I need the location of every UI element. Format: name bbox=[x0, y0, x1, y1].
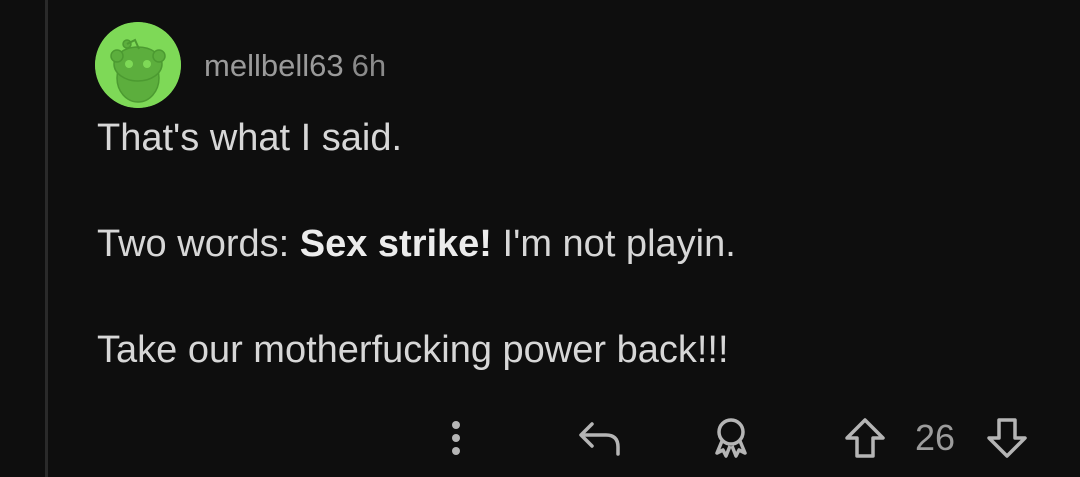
paragraph-2-bold: Sex strike! bbox=[299, 223, 492, 265]
award-button[interactable] bbox=[704, 410, 758, 466]
comment-meta: mellbell63 6h bbox=[204, 48, 386, 84]
more-vertical-icon bbox=[452, 421, 460, 455]
comment-paragraph-3: Take our motherfucking power back!!! bbox=[97, 329, 729, 371]
upvote-arrow-icon bbox=[845, 418, 885, 458]
downvote-arrow-icon bbox=[987, 418, 1027, 458]
username-link[interactable]: mellbell63 bbox=[204, 48, 344, 83]
comment-paragraph-1: That's what I said. bbox=[97, 117, 403, 159]
paragraph-2-prefix: Two words: bbox=[97, 223, 300, 265]
snoo-avatar-icon bbox=[95, 22, 181, 108]
more-options-button[interactable] bbox=[434, 410, 478, 466]
thread-line[interactable] bbox=[45, 0, 48, 477]
downvote-button[interactable] bbox=[978, 410, 1036, 466]
vote-score: 26 bbox=[914, 417, 956, 458]
comment-container: mellbell63 6h That's what I said. Two wor… bbox=[0, 0, 1080, 477]
paragraph-2-suffix: I'm not playin. bbox=[491, 223, 736, 265]
user-avatar[interactable] bbox=[95, 22, 181, 108]
comment-action-bar: 26 bbox=[0, 410, 1080, 466]
comment-body: That's what I said. Two words: Sex strik… bbox=[97, 116, 1057, 372]
reply-button[interactable] bbox=[572, 410, 628, 466]
award-icon bbox=[715, 418, 747, 458]
reply-arrow-icon bbox=[579, 422, 620, 456]
comment-paragraph-2: Two words: Sex strike! I'm not playin. bbox=[97, 222, 1057, 266]
upvote-button[interactable] bbox=[838, 410, 892, 466]
comment-timestamp: 6h bbox=[351, 48, 387, 83]
